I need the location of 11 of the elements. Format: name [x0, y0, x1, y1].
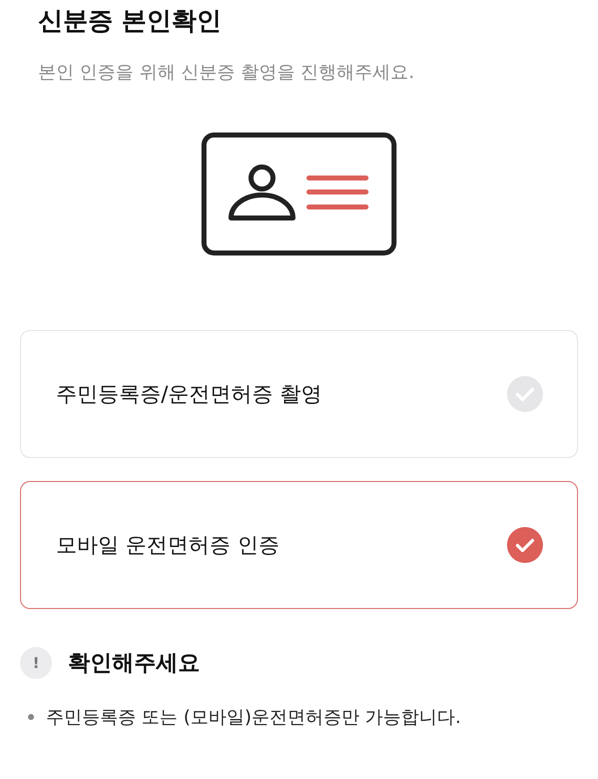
id-card-icon: [201, 132, 397, 256]
check-icon: [507, 527, 543, 563]
page-title: 신분증 본인확인: [38, 5, 223, 37]
page-subtitle: 본인 인증을 위해 신분증 촬영을 진행해주세요.: [38, 61, 416, 85]
bullet-icon: [28, 714, 34, 720]
option-card[interactable]: 모바일 운전면허증 인증: [20, 481, 578, 609]
option-card[interactable]: 주민등록증/운전면허증 촬영: [20, 330, 578, 458]
warning-icon: !: [20, 647, 52, 679]
notice-text: 주민등록증 또는 (모바일)운전면허증만 가능합니다.: [46, 706, 461, 729]
notice-title: 확인해주세요: [68, 650, 200, 678]
check-icon: [507, 376, 543, 412]
